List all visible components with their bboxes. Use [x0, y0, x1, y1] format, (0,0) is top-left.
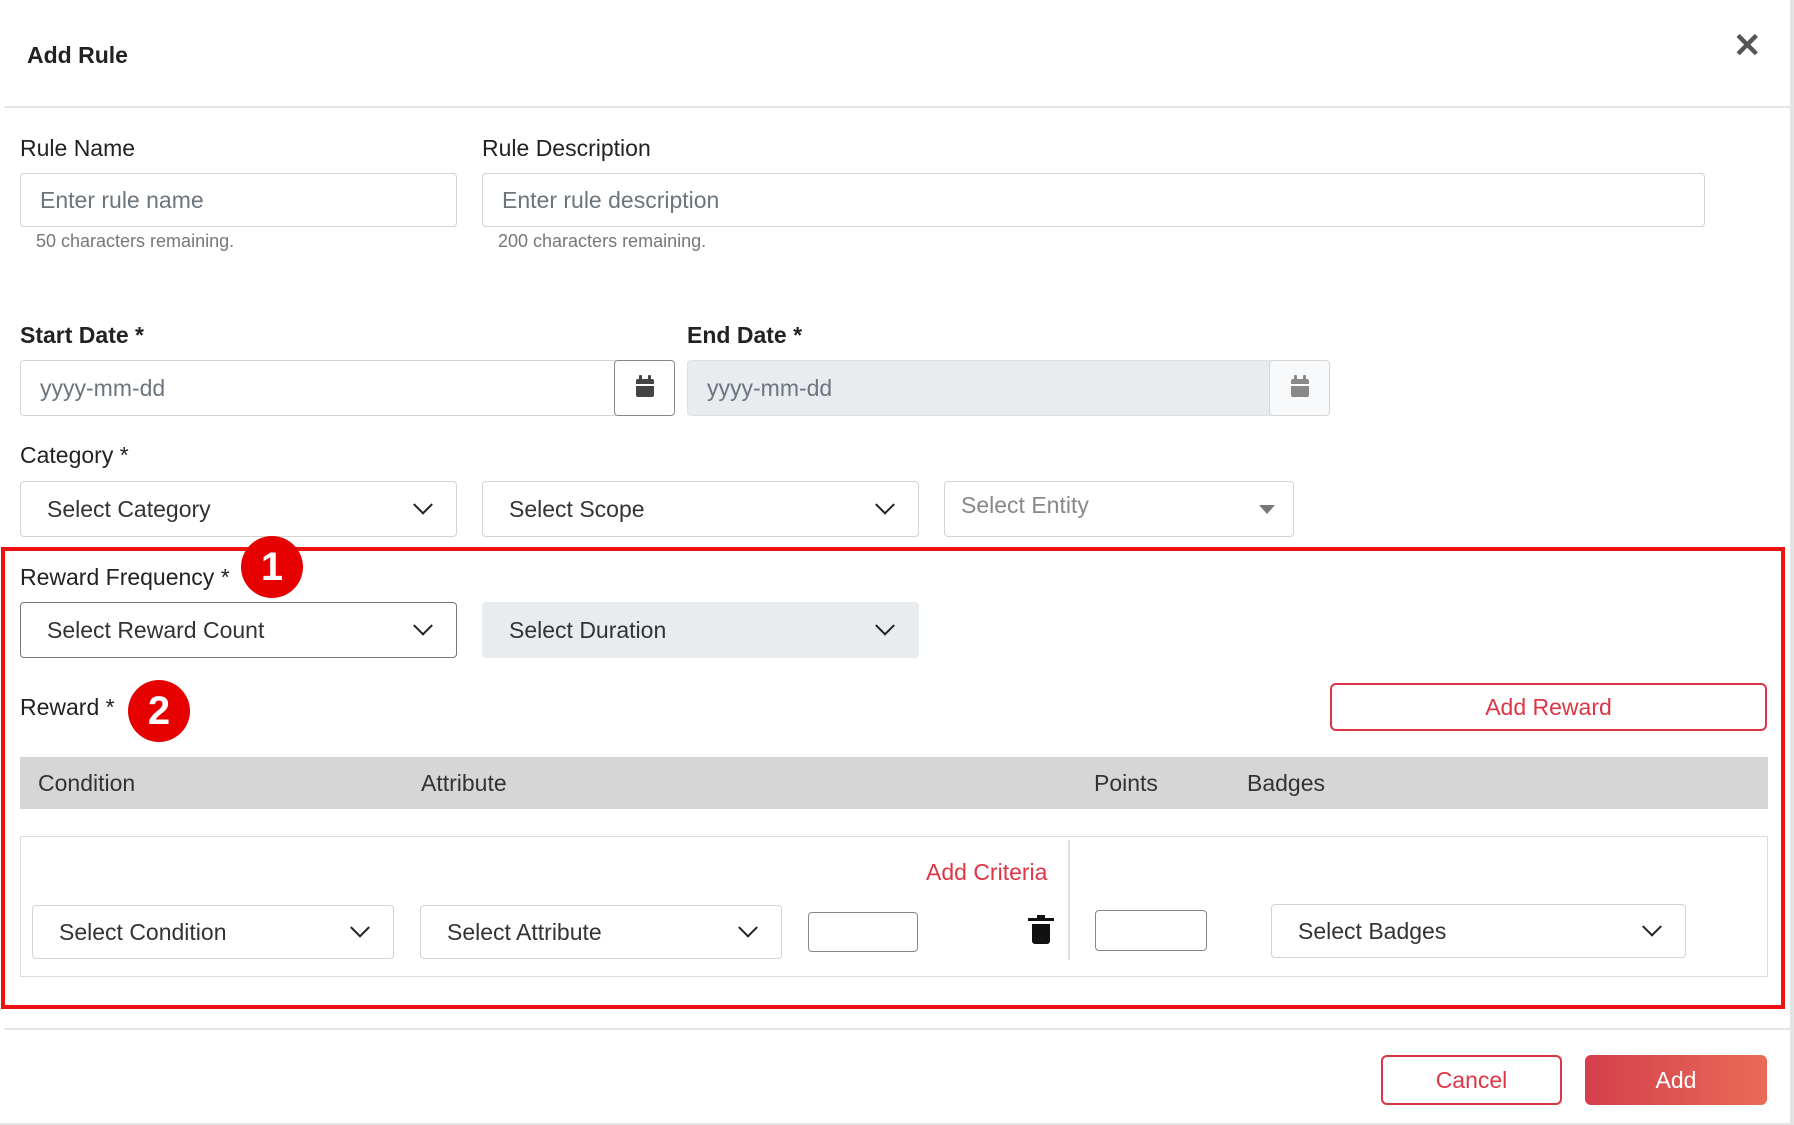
entity-select[interactable]: Select Entity	[944, 481, 1294, 537]
trash-icon[interactable]	[1028, 915, 1054, 944]
column-header-condition: Condition	[38, 770, 136, 796]
annotation-marker-1: 1	[241, 536, 303, 598]
chevron-down-icon	[875, 494, 895, 515]
rule-description-hint: 200 characters remaining.	[498, 231, 707, 251]
category-label: Category *	[20, 442, 129, 468]
chevron-down-icon	[1642, 916, 1662, 937]
reward-label: Reward *	[20, 694, 115, 720]
add-button[interactable]: Add	[1585, 1055, 1767, 1105]
end-date-label: End Date *	[687, 322, 803, 348]
calendar-icon	[635, 375, 654, 397]
cancel-button[interactable]: Cancel	[1381, 1055, 1562, 1105]
chevron-down-icon	[738, 917, 758, 938]
reward-count-select[interactable]: Select Reward Count	[20, 602, 457, 658]
rule-name-placeholder: Enter rule name	[40, 186, 204, 213]
close-icon[interactable]: ✕	[1733, 26, 1762, 66]
start-date-input[interactable]: yyyy-mm-dd	[20, 360, 616, 416]
modal-title: Add Rule	[27, 42, 128, 68]
rule-name-label: Rule Name	[20, 135, 136, 161]
reward-table-header	[20, 757, 1768, 809]
badges-select[interactable]: Select Badges	[1271, 904, 1686, 958]
end-date-calendar-button	[1269, 360, 1330, 416]
rule-description-input[interactable]: Enter rule description	[482, 173, 1705, 227]
points-input[interactable]	[1095, 910, 1207, 951]
column-header-badges: Badges	[1247, 770, 1326, 796]
start-date-label: Start Date *	[20, 322, 144, 348]
category-select[interactable]: Select Category	[20, 481, 457, 537]
chevron-down-icon	[413, 615, 433, 636]
caret-down-icon	[1259, 504, 1275, 514]
badges-select-value: Select Badges	[1298, 917, 1447, 944]
condition-select[interactable]: Select Condition	[32, 905, 394, 959]
reward-frequency-label: Reward Frequency *	[20, 564, 230, 590]
add-criteria-link[interactable]: Add Criteria	[926, 859, 1047, 886]
end-date-input: yyyy-mm-dd	[687, 360, 1271, 416]
attribute-select[interactable]: Select Attribute	[420, 905, 782, 959]
chevron-down-icon	[350, 917, 370, 938]
rule-description-label: Rule Description	[482, 135, 651, 161]
row-divider	[1068, 840, 1070, 960]
column-header-points: Points	[1094, 770, 1158, 796]
add-reward-button[interactable]: Add Reward	[1330, 683, 1767, 731]
entity-select-value: Select Entity	[961, 491, 1089, 518]
chevron-down-icon	[875, 615, 895, 636]
end-date-placeholder: yyyy-mm-dd	[707, 374, 833, 401]
calendar-icon	[1290, 375, 1309, 397]
scope-select[interactable]: Select Scope	[482, 481, 919, 537]
attribute-select-value: Select Attribute	[447, 918, 602, 945]
rule-description-placeholder: Enter rule description	[502, 186, 720, 213]
reward-count-select-value: Select Reward Count	[47, 616, 265, 643]
column-header-attribute: Attribute	[421, 770, 507, 796]
duration-select-value: Select Duration	[509, 616, 667, 643]
rule-name-hint: 50 characters remaining.	[36, 231, 235, 251]
category-select-value: Select Category	[47, 495, 211, 522]
footer-divider	[4, 1028, 1790, 1030]
scope-select-value: Select Scope	[509, 495, 645, 522]
header-divider	[4, 106, 1790, 108]
duration-select: Select Duration	[482, 602, 919, 658]
condition-select-value: Select Condition	[59, 918, 227, 945]
rule-name-input[interactable]: Enter rule name	[20, 173, 457, 227]
start-date-placeholder: yyyy-mm-dd	[40, 374, 166, 401]
start-date-calendar-button[interactable]	[614, 360, 675, 416]
chevron-down-icon	[413, 494, 433, 515]
criteria-value-input[interactable]	[808, 912, 918, 952]
annotation-marker-2: 2	[128, 680, 190, 742]
